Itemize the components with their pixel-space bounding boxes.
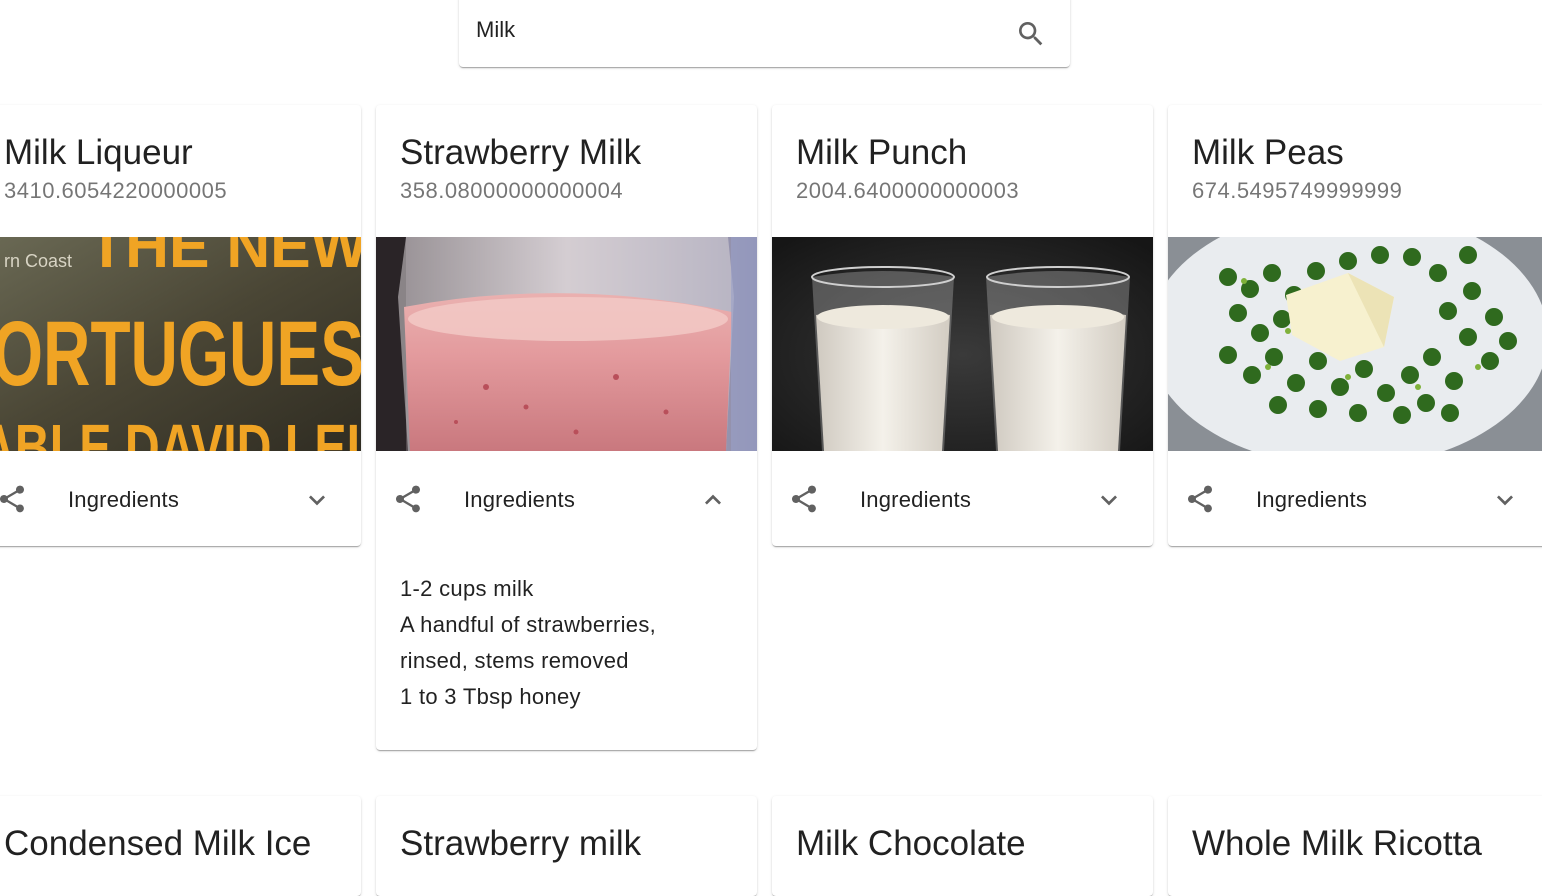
card-actions: Ingredients: [772, 451, 1153, 546]
share-icon: [396, 485, 420, 513]
share-icon: [792, 485, 816, 513]
recipe-card: Milk Chocolate: [772, 796, 1153, 896]
card-header: Condensed Milk Ice: [4, 822, 351, 866]
card-title: Condensed Milk Ice: [4, 824, 312, 863]
card-actions: Ingredients: [1168, 451, 1542, 546]
card-title: Strawberry milk: [400, 824, 642, 863]
ingredients-label: Ingredients: [1256, 487, 1368, 512]
svg-text:THE NEW: THE NEW: [88, 237, 361, 281]
card-title: Strawberry Milk: [400, 133, 642, 172]
card-subheader: 358.08000000000004: [400, 178, 624, 203]
chevron-down-icon: [309, 495, 325, 506]
card-title: Milk Liqueur: [4, 133, 193, 172]
search-bar: [459, 0, 1070, 67]
share-button[interactable]: [388, 479, 428, 519]
card-actions: Ingredients: [0, 451, 361, 546]
ingredients-label: Ingredients: [860, 487, 972, 512]
svg-text:ORTUGUES: ORTUGUES: [0, 303, 361, 405]
card-title: Milk Punch: [796, 133, 968, 172]
share-button[interactable]: [1180, 479, 1220, 519]
expand-button[interactable]: [296, 479, 338, 521]
card-actions: Ingredients: [376, 451, 757, 547]
recipe-card: Milk Punch 2004.6400000000003 Ingredient…: [772, 105, 1153, 546]
recipe-image: [772, 237, 1153, 451]
ingredient-line: 1-2 cups milk: [400, 576, 534, 601]
chevron-down-icon: [1101, 495, 1117, 506]
card-subheader: 674.5495749999999: [1192, 178, 1403, 203]
share-icon: [1188, 485, 1212, 513]
recipe-card: Strawberry Milk 358.08000000000004 Ingre…: [376, 105, 757, 750]
recipe-card: Strawberry milk: [376, 796, 757, 896]
recipe-card: Milk Peas 674.5495749999999 Ingredients: [1168, 105, 1542, 546]
search-button[interactable]: [1007, 10, 1055, 58]
search-icon: [1019, 22, 1043, 46]
ingredients-label: Ingredients: [464, 487, 576, 512]
recipe-card: Whole Milk Ricotta: [1168, 796, 1542, 896]
card-title: Milk Peas: [1192, 133, 1344, 172]
milk-peas-image: [1168, 237, 1542, 451]
recipe-image: rn Coast THE NEW ORTUGUES ABLE DAVID LEI: [0, 237, 361, 451]
card-header: Milk Peas 674.5495749999999: [1192, 131, 1539, 207]
recipe-image: [376, 237, 757, 451]
recipe-card: Milk Liqueur 3410.6054220000005 rn Coast…: [0, 105, 361, 546]
share-button[interactable]: [0, 479, 32, 519]
collapse-button[interactable]: [692, 479, 734, 521]
chevron-down-icon: [1497, 495, 1513, 506]
chevron-up-icon: [705, 494, 721, 505]
card-header: Milk Liqueur 3410.6054220000005: [4, 131, 351, 207]
svg-text:ABLE DAVID LEI: ABLE DAVID LEI: [0, 411, 360, 451]
card-header: Strawberry Milk 358.08000000000004: [400, 131, 747, 207]
card-header: Milk Chocolate: [796, 822, 1143, 866]
card-title: Milk Chocolate: [796, 824, 1026, 863]
ingredients-list: 1-2 cups milk A handful of strawberries,…: [400, 571, 745, 715]
share-icon: [0, 485, 24, 513]
milk-punch-image: [772, 237, 1153, 451]
ingredient-line: rinsed, stems removed: [400, 648, 629, 673]
card-header: Strawberry milk: [400, 822, 747, 866]
card-subheader: 3410.6054220000005: [4, 178, 228, 203]
expand-button[interactable]: [1484, 479, 1526, 521]
ingredient-line: A handful of strawberries,: [400, 612, 657, 637]
card-header: Milk Punch 2004.6400000000003: [796, 131, 1143, 207]
recipe-image: [1168, 237, 1542, 451]
recipe-card: Condensed Milk Ice: [0, 796, 361, 896]
share-button[interactable]: [784, 479, 824, 519]
card-subheader: 2004.6400000000003: [796, 178, 1020, 203]
expand-button[interactable]: [1088, 479, 1130, 521]
search-input[interactable]: [476, 14, 996, 46]
card-title: Whole Milk Ricotta: [1192, 824, 1482, 863]
card-header: Whole Milk Ricotta: [1192, 822, 1539, 866]
ingredient-line: 1 to 3 Tbsp honey: [400, 684, 581, 709]
book-cover-image: rn Coast THE NEW ORTUGUES ABLE DAVID LEI: [0, 237, 361, 451]
strawberry-milk-image: [376, 237, 757, 451]
ingredients-label: Ingredients: [68, 487, 180, 512]
svg-text:rn Coast: rn Coast: [4, 251, 72, 271]
